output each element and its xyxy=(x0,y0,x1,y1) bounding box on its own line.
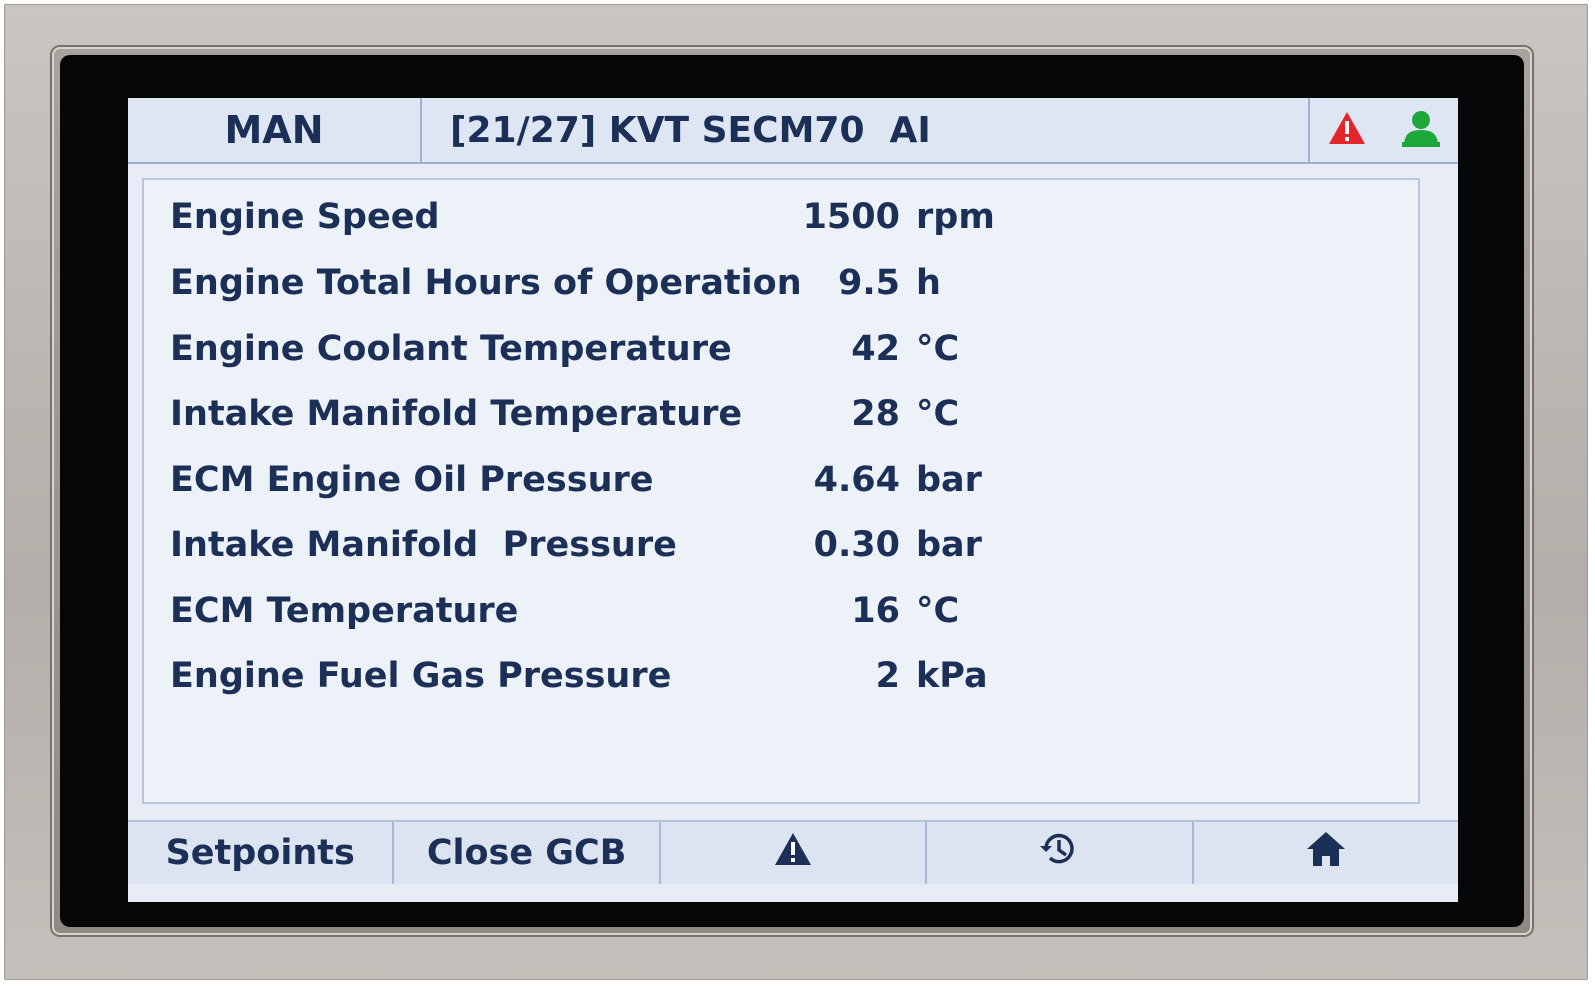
list-item: ECM Temperature 16 °C xyxy=(170,586,1370,636)
close-gcb-button[interactable]: Close GCB xyxy=(394,822,661,884)
measurement-value: 42 xyxy=(851,329,900,369)
measurement-unit: bar xyxy=(916,460,982,500)
measurement-unit: h xyxy=(916,263,941,303)
alarms-button[interactable] xyxy=(661,822,928,884)
measurement-value: 28 xyxy=(851,394,900,434)
list-item: Intake Manifold Pressure 0.30 bar xyxy=(170,520,1370,570)
measurement-unit: rpm xyxy=(916,197,995,237)
measurements-panel: Engine Speed 1500 rpm Engine Total Hours… xyxy=(142,178,1420,804)
measurement-label: Engine Total Hours of Operation xyxy=(170,263,802,303)
list-item: Engine Total Hours of Operation 9.5 h xyxy=(170,258,1370,308)
measurement-label: Engine Fuel Gas Pressure xyxy=(170,656,672,696)
home-button[interactable] xyxy=(1194,822,1458,884)
controller-screen: MAN [21/27] KVT SECM70 AI Engine Speed 1… xyxy=(128,98,1458,902)
list-item: Intake Manifold Temperature 28 °C xyxy=(170,389,1370,439)
measurement-unit: °C xyxy=(916,394,960,434)
measurement-unit: °C xyxy=(916,329,960,369)
measurement-label: Intake Manifold Pressure xyxy=(170,525,677,565)
list-item: ECM Engine Oil Pressure 4.64 bar xyxy=(170,455,1370,505)
measurement-value: 16 xyxy=(851,591,900,631)
measurement-label: Intake Manifold Temperature xyxy=(170,394,743,434)
measurement-value: 2 xyxy=(875,656,900,696)
measurement-label: Engine Coolant Temperature xyxy=(170,329,732,369)
warning-triangle-icon xyxy=(773,831,813,876)
status-icons xyxy=(1308,98,1458,162)
measurement-unit: bar xyxy=(916,525,982,565)
page-title: [21/27] KVT SECM70 AI xyxy=(450,109,931,151)
measurement-value: 4.64 xyxy=(813,460,900,500)
measurement-value: 1500 xyxy=(802,197,900,237)
measurement-label: ECM Temperature xyxy=(170,591,519,631)
measurement-unit: °C xyxy=(916,591,960,631)
list-item: Engine Speed 1500 rpm xyxy=(170,192,1370,242)
user-icon[interactable] xyxy=(1400,108,1442,152)
list-item: Engine Coolant Temperature 42 °C xyxy=(170,324,1370,374)
footer-toolbar: Setpoints Close GCB xyxy=(128,820,1458,884)
setpoints-button[interactable]: Setpoints xyxy=(128,822,395,884)
history-button[interactable] xyxy=(927,822,1194,884)
measurement-unit: kPa xyxy=(916,656,988,696)
measurement-value: 0.30 xyxy=(813,525,900,565)
mode-indicator[interactable]: MAN xyxy=(128,98,422,162)
warning-triangle-icon[interactable] xyxy=(1327,110,1367,150)
header-bar: MAN [21/27] KVT SECM70 AI xyxy=(128,98,1458,164)
measurement-label: Engine Speed xyxy=(170,197,440,237)
measurement-label: ECM Engine Oil Pressure xyxy=(170,460,654,500)
measurement-value: 9.5 xyxy=(837,263,900,303)
home-icon xyxy=(1305,829,1347,878)
list-item: Engine Fuel Gas Pressure 2 kPa xyxy=(170,651,1370,701)
history-clock-icon xyxy=(1038,828,1080,879)
